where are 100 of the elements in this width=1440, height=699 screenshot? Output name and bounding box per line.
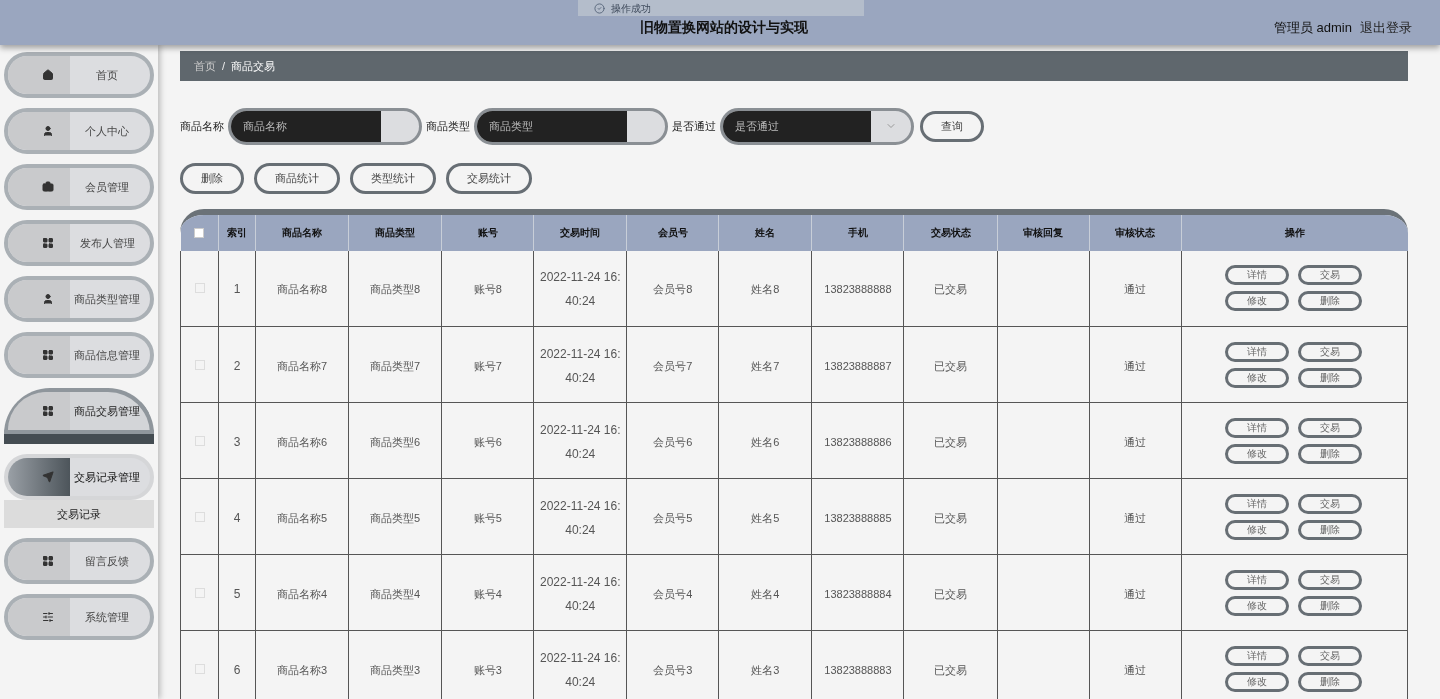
table-cell: 已交易 bbox=[934, 663, 967, 676]
table-cell: 商品名称3 bbox=[277, 663, 328, 676]
pill-button[interactable]: 修改 bbox=[1225, 671, 1290, 692]
logout-link[interactable]: 退出登录 bbox=[1360, 17, 1412, 38]
select-field[interactable]: 是否通过 bbox=[720, 107, 914, 145]
table-cell: 商品名称8 bbox=[277, 283, 328, 296]
table-cell: 通过 bbox=[1124, 283, 1147, 296]
table-cell: 商品类型4 bbox=[370, 587, 421, 600]
table-cell: 13823888887 bbox=[824, 359, 892, 372]
pill-button[interactable]: 修改 bbox=[1225, 291, 1290, 312]
table-cell: 通过 bbox=[1124, 359, 1147, 372]
table-cell: 会员号6 bbox=[653, 435, 693, 448]
table-cell: 账号4 bbox=[473, 587, 502, 600]
table-cell: 1 bbox=[233, 282, 241, 297]
field-label: 是否通过 bbox=[672, 118, 716, 134]
table-cell: 账号5 bbox=[473, 511, 502, 524]
grid-icon bbox=[42, 405, 54, 417]
table-cell: 已交易 bbox=[934, 435, 967, 448]
briefcase-icon bbox=[42, 181, 54, 193]
pill-button[interactable]: 交易 bbox=[1298, 265, 1363, 286]
table-cell: 姓名6 bbox=[751, 435, 780, 448]
column-header: 交易状态 bbox=[903, 214, 998, 251]
user-label: 管理员 admin bbox=[1273, 18, 1352, 37]
table-cell: 已交易 bbox=[934, 359, 967, 372]
pill-button[interactable]: 删除 bbox=[1298, 671, 1363, 692]
table-cell: 商品名称7 bbox=[277, 359, 328, 372]
column-header: 交易时间 bbox=[533, 214, 627, 251]
sidebar-item[interactable]: 系统管理 bbox=[4, 594, 154, 640]
table-cell: 会员号8 bbox=[653, 283, 693, 296]
table-cell: 5 bbox=[233, 586, 241, 601]
sidebar-item[interactable]: 商品信息管理 bbox=[4, 332, 154, 378]
sidebar-item[interactable]: 会员管理 bbox=[4, 164, 154, 210]
pill-button[interactable]: 详情 bbox=[1225, 569, 1290, 590]
field-label: 商品类型 bbox=[426, 118, 470, 134]
pill-button[interactable]: 删除 bbox=[1298, 443, 1363, 464]
pill-button[interactable]: 详情 bbox=[1225, 341, 1290, 362]
table-cell: 2022-11-24 16:40:24 bbox=[540, 270, 621, 309]
pill-button[interactable]: 详情 bbox=[1225, 265, 1290, 286]
toolbar-button[interactable]: 删除 bbox=[180, 162, 244, 194]
pill-button[interactable]: 修改 bbox=[1225, 443, 1290, 464]
table-cell: 姓名5 bbox=[751, 511, 780, 524]
sidebar-item[interactable]: 商品交易管理 bbox=[4, 388, 154, 434]
toolbar-button[interactable]: 交易统计 bbox=[446, 162, 532, 194]
pill-button[interactable]: 交易 bbox=[1298, 493, 1363, 514]
grid-icon bbox=[42, 237, 54, 249]
pill-button[interactable]: 交易 bbox=[1298, 645, 1363, 666]
table-cell: 通过 bbox=[1124, 663, 1147, 676]
pill-button[interactable]: 删除 bbox=[1298, 595, 1363, 616]
sidebar-item[interactable]: 个人中心 bbox=[4, 108, 154, 154]
pill-button[interactable]: 交易 bbox=[1298, 569, 1363, 590]
table-cell: 会员号7 bbox=[653, 359, 693, 372]
column-header: 商品类型 bbox=[348, 214, 442, 251]
pill-button[interactable]: 交易 bbox=[1298, 417, 1363, 438]
table-cell: 2022-11-24 16:40:24 bbox=[540, 498, 621, 537]
pill-button[interactable]: 详情 bbox=[1225, 417, 1290, 438]
table-cell: 姓名3 bbox=[751, 663, 780, 676]
text-field[interactable]: 商品类型 bbox=[474, 107, 668, 145]
sidebar-item[interactable]: 商品类型管理 bbox=[4, 276, 154, 322]
field-label: 商品名称 bbox=[180, 118, 224, 134]
table-cell: 13823888884 bbox=[824, 587, 892, 600]
checkbox[interactable] bbox=[194, 227, 205, 238]
pill-button[interactable]: 详情 bbox=[1225, 645, 1290, 666]
table-cell: 会员号4 bbox=[653, 587, 693, 600]
site-title: 旧物置换网站的设计与实现 bbox=[640, 18, 808, 37]
text-field[interactable]: 商品名称 bbox=[228, 107, 422, 145]
table-cell: 13823888883 bbox=[824, 663, 892, 676]
column-header: 姓名 bbox=[718, 214, 812, 251]
breadcrumb-item[interactable]: 首页 bbox=[194, 57, 216, 74]
toast-text: 操作成功 bbox=[611, 1, 651, 16]
sidebar-item[interactable]: 发布人管理 bbox=[4, 220, 154, 266]
column-header: 索引 bbox=[218, 214, 256, 251]
column-header: 会员号 bbox=[626, 214, 719, 251]
pill-button[interactable]: 删除 bbox=[1298, 367, 1363, 388]
table-cell: 通过 bbox=[1124, 587, 1147, 600]
table-cell: 商品类型8 bbox=[370, 283, 421, 296]
pill-button[interactable]: 删除 bbox=[1298, 519, 1363, 540]
pill-button[interactable]: 修改 bbox=[1225, 519, 1290, 540]
sidebar-item[interactable]: 留言反馈 bbox=[4, 538, 154, 584]
sidebar-item[interactable]: 首页 bbox=[4, 52, 154, 98]
pill-button[interactable]: 详情 bbox=[1225, 493, 1290, 514]
query-button[interactable]: 查询 bbox=[920, 110, 984, 142]
sliders-icon bbox=[42, 611, 54, 623]
table-cell: 商品类型6 bbox=[370, 435, 421, 448]
sidebar-item[interactable]: 交易记录管理 bbox=[4, 454, 154, 500]
pill-button[interactable]: 修改 bbox=[1225, 367, 1290, 388]
submenu-item[interactable]: 交易记录 bbox=[4, 500, 154, 528]
table-cell: 商品名称5 bbox=[277, 511, 328, 524]
pill-button[interactable]: 修改 bbox=[1225, 595, 1290, 616]
pill-button[interactable]: 删除 bbox=[1298, 291, 1363, 312]
table-cell: 2022-11-24 16:40:24 bbox=[540, 346, 621, 385]
toolbar-button[interactable]: 类型统计 bbox=[350, 162, 436, 194]
pill-button[interactable]: 交易 bbox=[1298, 341, 1363, 362]
table-cell: 4 bbox=[233, 510, 241, 525]
toolbar-button[interactable]: 商品统计 bbox=[254, 162, 340, 194]
table-cell: 账号7 bbox=[473, 359, 502, 372]
table-cell: 姓名8 bbox=[751, 283, 780, 296]
home-icon bbox=[42, 69, 54, 81]
column-header: 操作 bbox=[1181, 214, 1408, 251]
breadcrumb-item: 商品交易 bbox=[231, 58, 276, 74]
table-cell: 商品类型7 bbox=[370, 359, 421, 372]
